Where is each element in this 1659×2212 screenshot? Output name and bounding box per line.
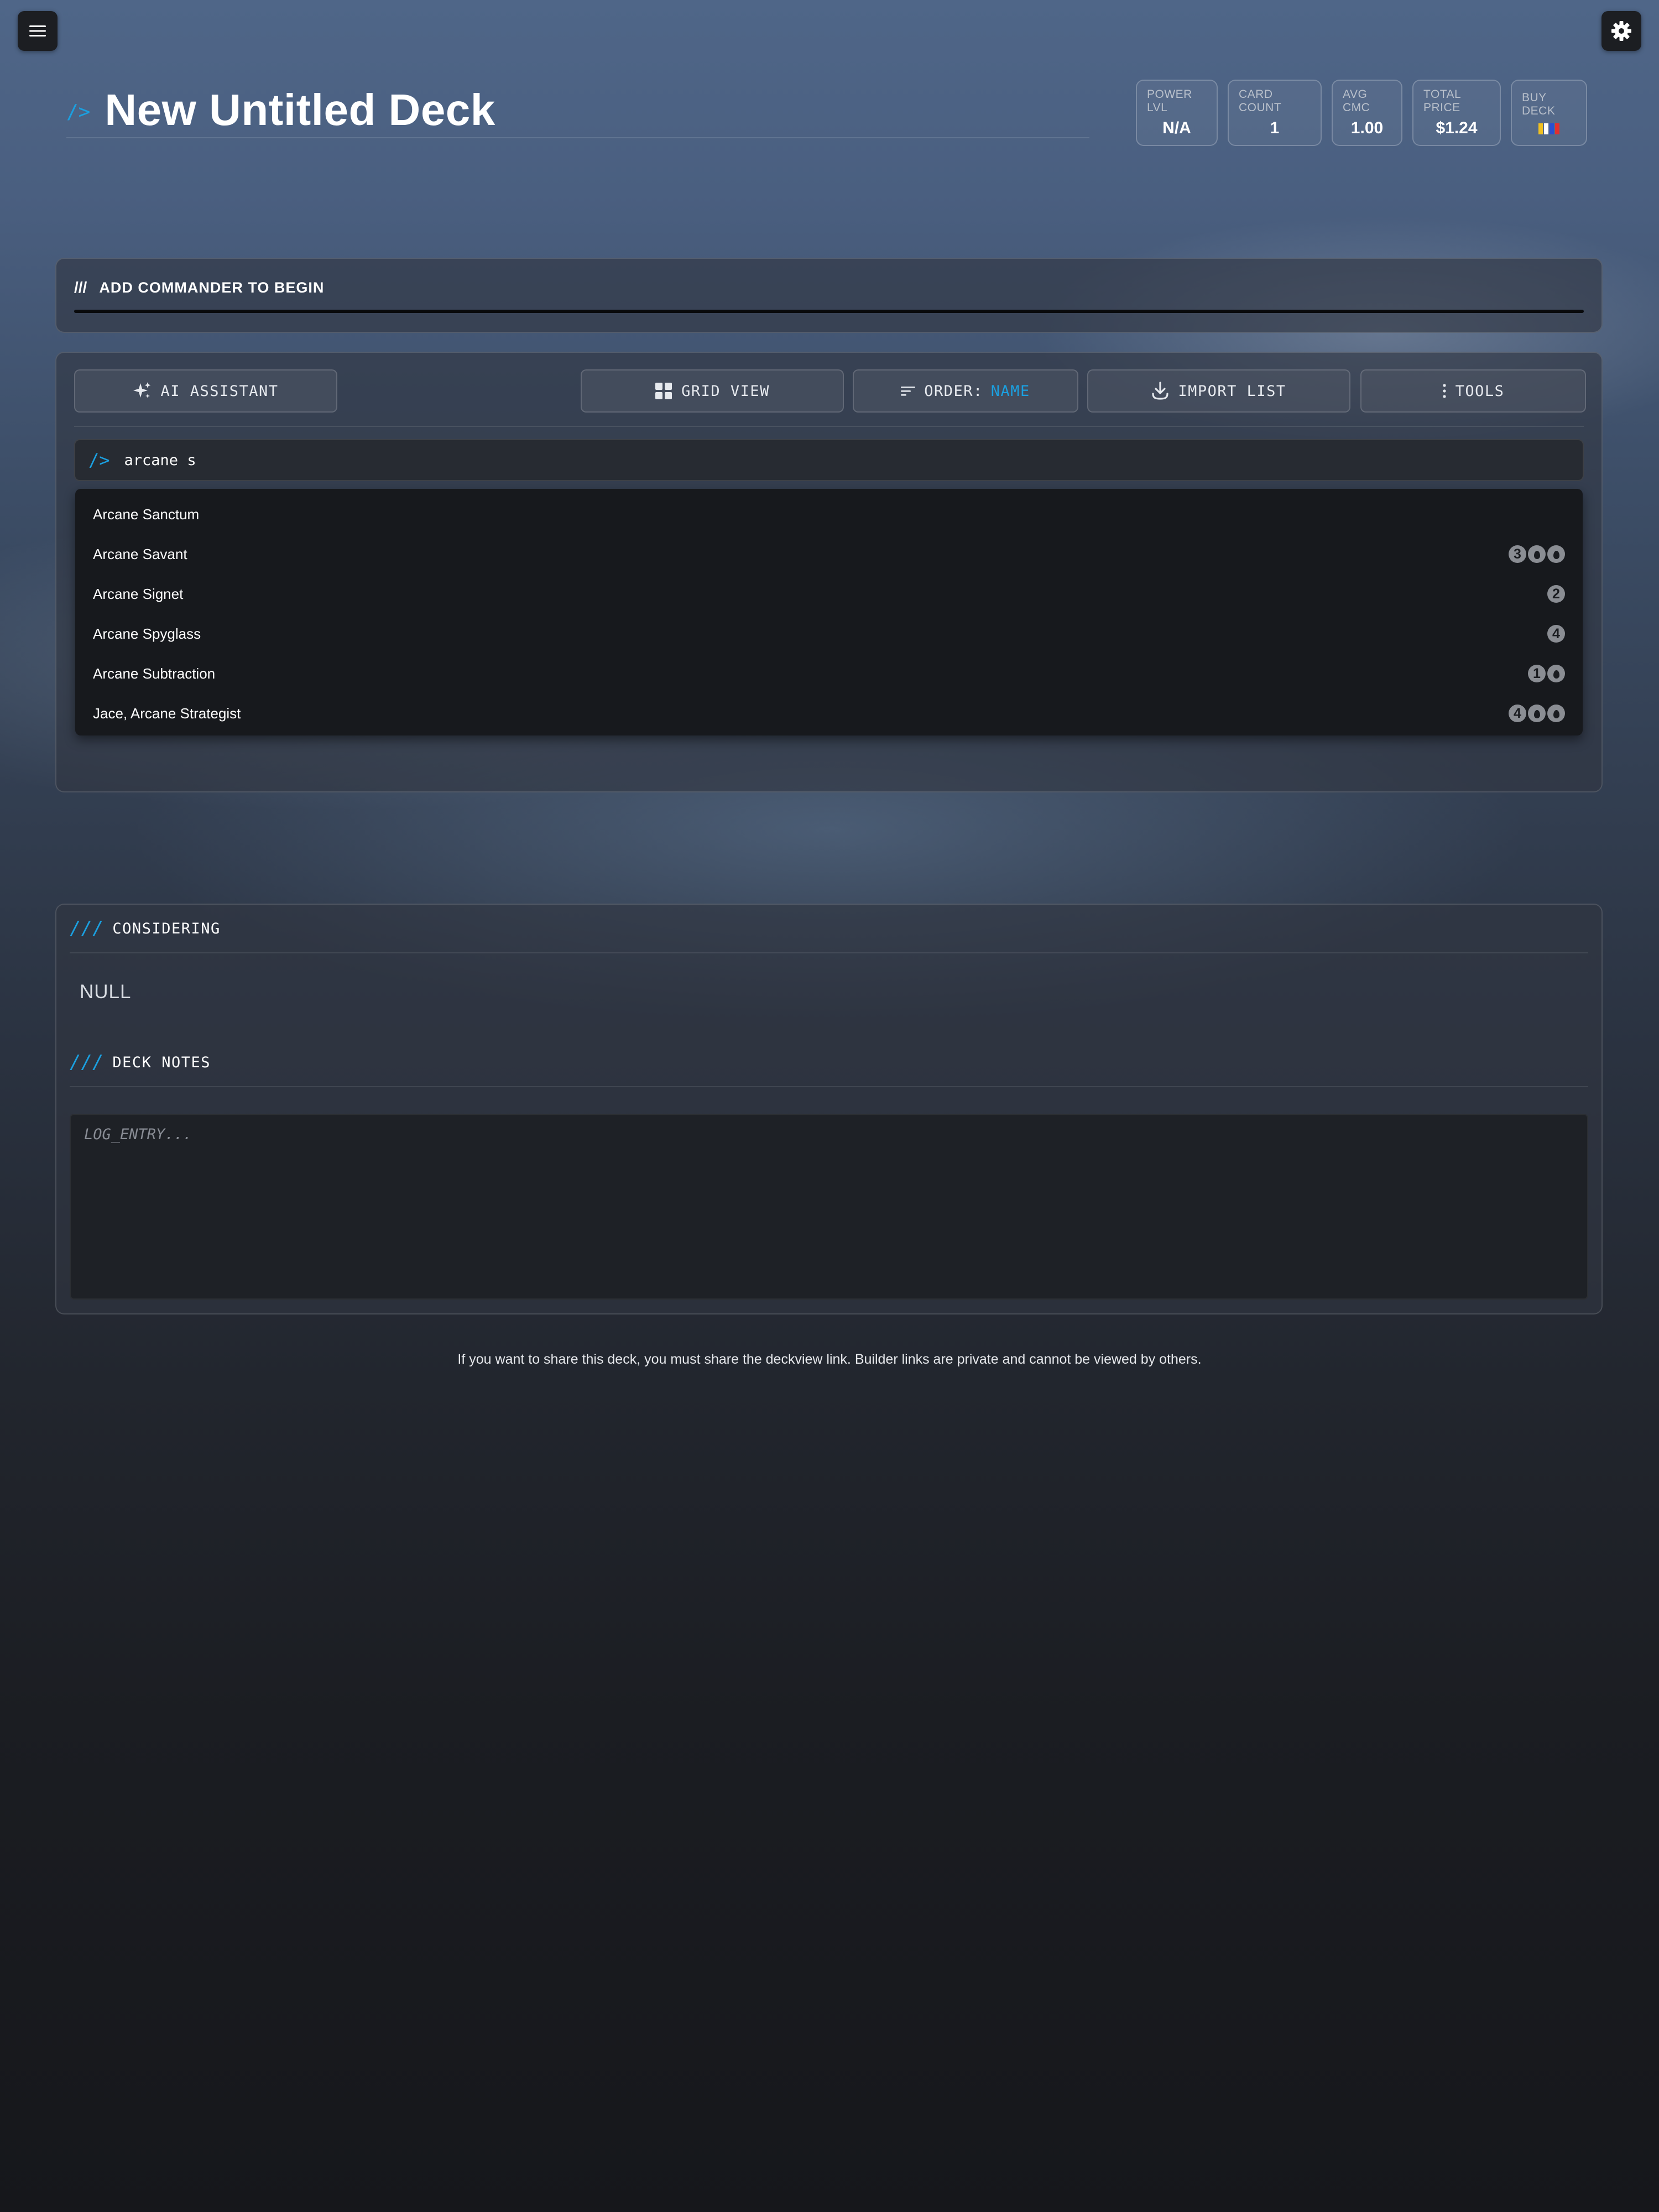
search-results-dropdown: Arcane Sanctum Arcane Savant 3 Arcane Signe…	[75, 489, 1583, 735]
search-result-name: Arcane Subtraction	[93, 665, 216, 682]
stat-value: 1	[1270, 119, 1280, 137]
sparkle-icon	[133, 382, 151, 398]
slashes-icon: ///	[70, 917, 104, 940]
search-result-name: Arcane Sanctum	[93, 505, 200, 523]
card-search-bar: />	[74, 439, 1584, 481]
ai-assistant-label: AI ASSISTANT	[160, 382, 279, 400]
blue-mana-icon	[1547, 665, 1565, 682]
stat-label: BUY DECK	[1522, 91, 1556, 117]
search-result-item[interactable]: Arcane Spyglass 4	[75, 614, 1583, 654]
generic-mana-icon: 4	[1547, 625, 1565, 643]
gear-icon	[1611, 21, 1631, 41]
menu-button[interactable]	[18, 11, 58, 51]
commander-panel: /// ADD COMMANDER TO BEGIN	[55, 258, 1603, 333]
search-result-item[interactable]: Arcane Subtraction 1	[75, 654, 1583, 693]
stat-card-count: CARD COUNT 1	[1228, 80, 1322, 146]
mana-cost: 4	[1509, 705, 1565, 722]
share-deck-note: If you want to share this deck, you must…	[457, 1352, 1202, 1367]
mana-cost: 1	[1528, 665, 1565, 682]
generic-mana-icon: 1	[1528, 665, 1546, 682]
flag-icon	[1538, 123, 1559, 134]
stat-value: N/A	[1162, 119, 1191, 137]
search-result-item[interactable]: Arcane Signet 2	[75, 574, 1583, 614]
import-list-label: IMPORT LIST	[1178, 382, 1286, 400]
tools-label: TOOLS	[1455, 382, 1505, 400]
considering-title: CONSIDERING	[112, 920, 221, 937]
search-result-item[interactable]: Arcane Sanctum	[75, 494, 1583, 534]
mana-cost: 2	[1547, 585, 1565, 603]
grid-view-label: GRID VIEW	[681, 382, 770, 400]
mana-cost: 4	[1547, 625, 1565, 643]
order-button[interactable]: ORDER: NAME	[853, 369, 1078, 413]
deck-notes-header: /// DECK NOTES	[70, 1039, 1588, 1087]
grid-icon	[655, 383, 672, 399]
commander-progress-bar	[74, 310, 1584, 313]
stat-total-price: TOTAL PRICE $1.24	[1412, 80, 1501, 146]
title-prompt-glyph: />	[66, 100, 91, 123]
stat-avg-cmc: AVG CMC 1.00	[1332, 80, 1402, 146]
ai-assistant-button[interactable]: AI ASSISTANT	[74, 369, 337, 413]
search-prompt-glyph: />	[88, 450, 110, 471]
hamburger-menu-icon	[29, 25, 46, 36]
generic-mana-icon: 4	[1509, 705, 1526, 722]
grid-view-button[interactable]: GRID VIEW	[581, 369, 844, 413]
stat-value: 1.00	[1350, 119, 1384, 137]
toolbar-divider	[74, 426, 1584, 427]
order-value: NAME	[990, 382, 1030, 400]
deck-stats: POWER LVL N/A CARD COUNT 1 AVG CMC 1.00 …	[1136, 80, 1587, 146]
search-result-item[interactable]: Arcane Savant 3	[75, 534, 1583, 574]
stat-label: AVG CMC	[1343, 88, 1370, 114]
builder-toolbar: AI ASSISTANT GRID VIEW ORDER: NAME IMPOR…	[74, 369, 1586, 413]
add-commander-prompt[interactable]: /// ADD COMMANDER TO BEGIN	[74, 279, 324, 296]
considering-empty-text: NULL	[80, 981, 132, 1003]
deck-notes-textarea[interactable]	[70, 1114, 1588, 1300]
search-result-name: Arcane Savant	[93, 545, 187, 562]
search-result-name: Arcane Spyglass	[93, 625, 201, 642]
slashes-icon: ///	[74, 279, 87, 296]
stat-label: TOTAL PRICE	[1423, 88, 1461, 114]
deck-notes-title: DECK NOTES	[112, 1053, 211, 1071]
search-result-item[interactable]: Jace, Arcane Strategist 4	[75, 693, 1583, 733]
add-commander-label: ADD COMMANDER TO BEGIN	[99, 279, 325, 296]
mana-cost: 3	[1509, 545, 1565, 563]
generic-mana-icon: 3	[1509, 545, 1526, 563]
more-vertical-icon	[1443, 384, 1446, 398]
stat-label: CARD COUNT	[1239, 88, 1282, 114]
deck-title-row: /> New Untitled Deck	[66, 83, 1089, 138]
import-list-button[interactable]: IMPORT LIST	[1087, 369, 1350, 413]
considering-notes-panel: /// CONSIDERING NULL /// DECK NOTES	[55, 904, 1603, 1314]
search-result-name: Arcane Signet	[93, 585, 184, 602]
blue-mana-icon	[1528, 705, 1546, 722]
stat-label: POWER LVL	[1147, 88, 1192, 114]
card-search-input[interactable]	[124, 451, 1230, 469]
deck-title[interactable]: New Untitled Deck	[105, 85, 495, 135]
sort-icon	[901, 387, 916, 396]
blue-mana-icon	[1547, 705, 1565, 722]
stat-value: $1.24	[1436, 119, 1478, 137]
order-prefix: ORDER:	[924, 382, 983, 400]
settings-button[interactable]	[1601, 11, 1641, 51]
stat-power-level: POWER LVL N/A	[1136, 80, 1218, 146]
deck-builder-panel: AI ASSISTANT GRID VIEW ORDER: NAME IMPOR…	[55, 352, 1603, 792]
generic-mana-icon: 2	[1547, 585, 1565, 603]
blue-mana-icon	[1547, 545, 1565, 563]
slashes-icon: ///	[70, 1051, 104, 1073]
considering-header: /// CONSIDERING	[70, 905, 1588, 953]
tools-button[interactable]: TOOLS	[1360, 369, 1586, 413]
buy-deck-button[interactable]: BUY DECK	[1511, 80, 1587, 146]
download-icon	[1152, 382, 1168, 400]
blue-mana-icon	[1528, 545, 1546, 563]
search-result-name: Jace, Arcane Strategist	[93, 705, 241, 722]
